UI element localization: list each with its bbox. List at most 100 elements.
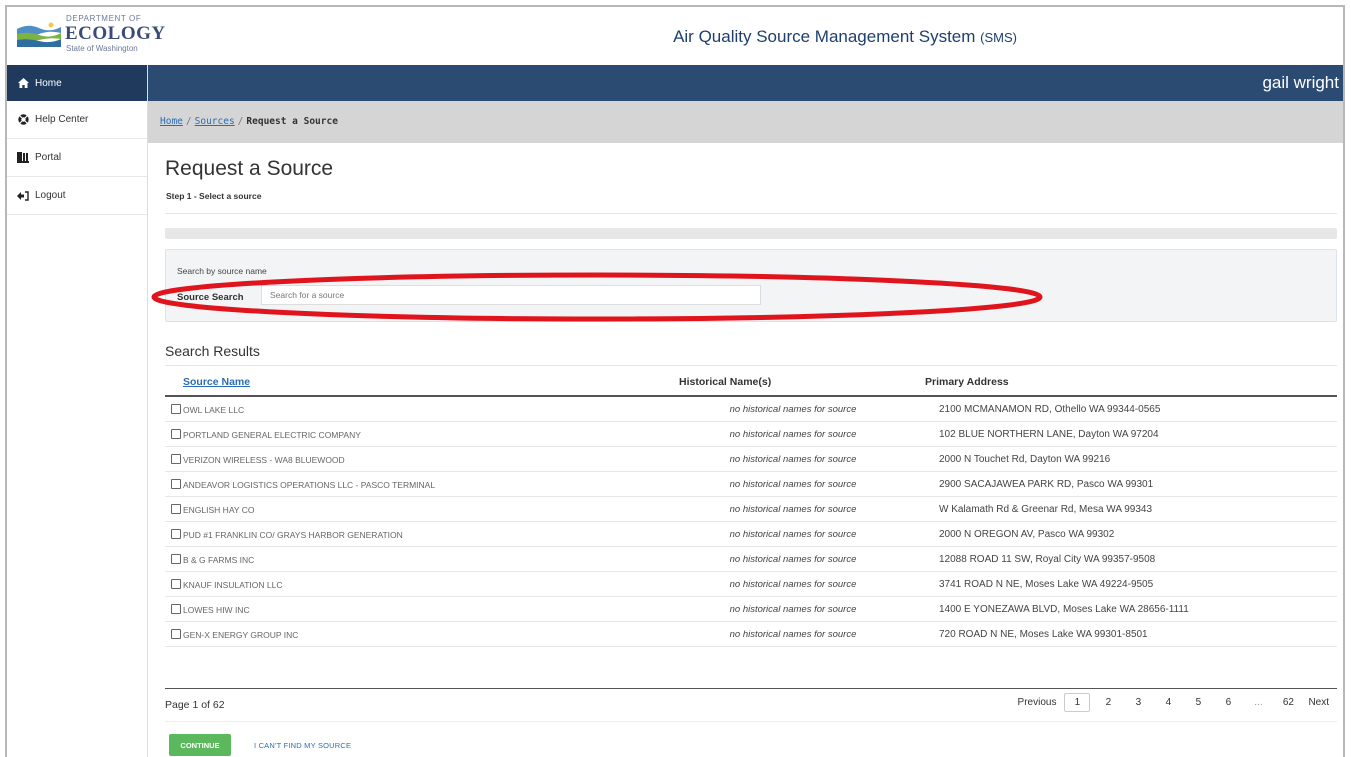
cell-source-name[interactable]: PUD #1 FRANKLIN CO/ GRAYS HARBOR GENERAT… [165, 521, 661, 547]
table-row[interactable]: ENGLISH HAY CO no historical names for so… [165, 496, 1337, 522]
sidebar-item-label: Help Center [35, 114, 89, 125]
source-name: ENGLISH HAY CO [183, 504, 255, 515]
source-name: KNAUF INSULATION LLC [183, 579, 283, 590]
table-row[interactable]: B & G FARMS INC no historical names for s… [165, 546, 1337, 572]
column-header-primary-address: Primary Address [925, 369, 1337, 397]
logo-department-text: DEPARTMENT OF [66, 14, 142, 23]
breadcrumb: Home / Sources / Request a Source [160, 116, 338, 127]
cell-primary-address: W Kalamath Rd & Greenar Rd, Mesa WA 9934… [925, 496, 1337, 522]
row-checkbox[interactable] [171, 453, 181, 464]
source-name: ANDEAVOR LOGISTICS OPERATIONS LLC - PASC… [183, 479, 436, 490]
home-icon [17, 77, 29, 89]
cell-source-name[interactable]: LOWES HIW INC [165, 596, 661, 622]
table-row[interactable]: OWL LAKE LLC no historical names for sour… [165, 396, 1337, 422]
sidebar-item-logout[interactable]: Logout [7, 177, 147, 215]
cell-historical-names: no historical names for source [661, 471, 925, 497]
source-name: PUD #1 FRANKLIN CO/ GRAYS HARBOR GENERAT… [183, 529, 403, 540]
breadcrumb-sources-link[interactable]: Sources [195, 116, 235, 127]
cell-source-name[interactable]: PORTLAND GENERAL ELECTRIC COMPANY [165, 421, 661, 447]
source-name: GEN-X ENERGY GROUP INC [183, 629, 299, 640]
source-name: LOWES HIW INC [183, 604, 250, 615]
pagination-ellipsis: ... [1254, 697, 1263, 708]
column-header-source-name[interactable]: Source Name [165, 369, 661, 397]
row-checkbox[interactable] [171, 528, 181, 539]
cell-source-name[interactable]: GEN-X ENERGY GROUP INC [165, 621, 661, 647]
breadcrumb-separator: / [185, 116, 192, 127]
sidebar-item-portal[interactable]: Portal [7, 139, 147, 177]
cell-primary-address: 720 ROAD N NE, Moses Lake WA 99301-8501 [925, 621, 1337, 647]
pagination-next[interactable]: Next [1306, 694, 1331, 711]
pagination-page-4[interactable]: 4 [1156, 694, 1180, 711]
pagination-page-last[interactable]: 62 [1276, 694, 1300, 711]
source-name: B & G FARMS INC [183, 554, 255, 565]
sidebar-item-home[interactable]: Home [7, 65, 147, 101]
step-label: Step 1 - Select a source [166, 191, 262, 201]
cell-source-name[interactable]: ENGLISH HAY CO [165, 496, 661, 522]
breadcrumb-bar: Home / Sources / Request a Source [148, 101, 1343, 143]
table-row[interactable]: PORTLAND GENERAL ELECTRIC COMPANY no hist… [165, 421, 1337, 447]
pagination-previous[interactable]: Previous [1016, 694, 1059, 711]
row-checkbox[interactable] [171, 578, 181, 589]
cell-primary-address: 102 BLUE NORTHERN LANE, Dayton WA 97204 [925, 421, 1337, 447]
cell-source-name[interactable]: VERIZON WIRELESS - WA8 BLUEWOOD [165, 446, 661, 472]
cell-primary-address: 2000 N OREGON AV, Pasco WA 99302 [925, 521, 1337, 547]
breadcrumb-separator: / [237, 116, 244, 127]
cell-source-name[interactable]: ANDEAVOR LOGISTICS OPERATIONS LLC - PASC… [165, 471, 661, 497]
row-checkbox[interactable] [171, 428, 181, 439]
table-row[interactable]: KNAUF INSULATION LLC no historical names … [165, 571, 1337, 597]
sidebar-item-help-center[interactable]: Help Center [7, 101, 147, 139]
cell-historical-names: no historical names for source [661, 596, 925, 622]
cant-find-source-link[interactable]: I CAN'T FIND MY SOURCE [254, 741, 351, 750]
row-checkbox[interactable] [171, 628, 181, 639]
table-row[interactable]: GEN-X ENERGY GROUP INC no historical name… [165, 621, 1337, 647]
app-title: Air Quality Source Management System (SM… [7, 27, 1017, 47]
column-header-historical-names: Historical Name(s) [661, 369, 925, 397]
row-checkbox[interactable] [171, 403, 181, 414]
breadcrumb-current: Request a Source [246, 116, 338, 127]
cell-source-name[interactable]: OWL LAKE LLC [165, 396, 661, 422]
page-title: Request a Source [165, 157, 334, 180]
pagination-page-6[interactable]: 6 [1216, 694, 1240, 711]
row-checkbox[interactable] [171, 503, 181, 514]
cell-historical-names: no historical names for source [661, 496, 925, 522]
cell-source-name[interactable]: KNAUF INSULATION LLC [165, 571, 661, 597]
cell-source-name[interactable]: B & G FARMS INC [165, 546, 661, 572]
cell-primary-address: 2900 SACAJAWEA PARK RD, Pasco WA 99301 [925, 471, 1337, 497]
breadcrumb-home-link[interactable]: Home [160, 116, 183, 127]
user-name[interactable]: gail wright [1262, 73, 1339, 93]
help-icon [17, 114, 29, 126]
results-title: Search Results [165, 343, 260, 359]
pagination-page-5[interactable]: 5 [1186, 694, 1210, 711]
cell-historical-names: no historical names for source [661, 446, 925, 472]
table-row[interactable]: ANDEAVOR LOGISTICS OPERATIONS LLC - PASC… [165, 471, 1337, 497]
header: DEPARTMENT OF ECOLOGY State of Washingto… [7, 7, 1343, 65]
table-row[interactable]: VERIZON WIRELESS - WA8 BLUEWOOD no histor… [165, 446, 1337, 472]
cell-historical-names: no historical names for source [661, 521, 925, 547]
continue-button[interactable]: CONTINUE [169, 734, 231, 756]
divider [165, 721, 1337, 722]
app-title-text: Air Quality Source Management System [673, 27, 976, 46]
cell-historical-names: no historical names for source [661, 396, 925, 422]
table-header-row: Source Name Historical Name(s) Primary A… [165, 369, 1337, 397]
app-title-abbr: (SMS) [980, 30, 1017, 45]
table-row[interactable]: LOWES HIW INC no historical names for sou… [165, 596, 1337, 622]
pagination-page-1[interactable]: 1 [1064, 693, 1091, 712]
cell-primary-address: 2100 MCMANAMON RD, Othello WA 99344-0565 [925, 396, 1337, 422]
pagination-page-2[interactable]: 2 [1096, 694, 1120, 711]
annotation-ellipse [151, 272, 1043, 322]
pagination-page-3[interactable]: 3 [1126, 694, 1150, 711]
row-checkbox[interactable] [171, 553, 181, 564]
cell-primary-address: 12088 ROAD 11 SW, Royal City WA 99357-95… [925, 546, 1337, 572]
cell-primary-address: 1400 E YONEZAWA BLVD, Moses Lake WA 2865… [925, 596, 1337, 622]
table-row[interactable]: PUD #1 FRANKLIN CO/ GRAYS HARBOR GENERAT… [165, 521, 1337, 547]
results-table: Source Name Historical Name(s) Primary A… [165, 369, 1337, 647]
sort-link-source-name[interactable]: Source Name [183, 376, 250, 388]
row-checkbox[interactable] [171, 603, 181, 614]
row-checkbox[interactable] [171, 478, 181, 489]
source-name: VERIZON WIRELESS - WA8 BLUEWOOD [183, 454, 345, 465]
logout-icon [17, 190, 29, 202]
sidebar: Home Help Center Portal Logout [7, 65, 148, 757]
source-name: PORTLAND GENERAL ELECTRIC COMPANY [183, 429, 361, 440]
page-info: Page 1 of 62 [165, 699, 225, 711]
portal-icon [17, 152, 29, 164]
